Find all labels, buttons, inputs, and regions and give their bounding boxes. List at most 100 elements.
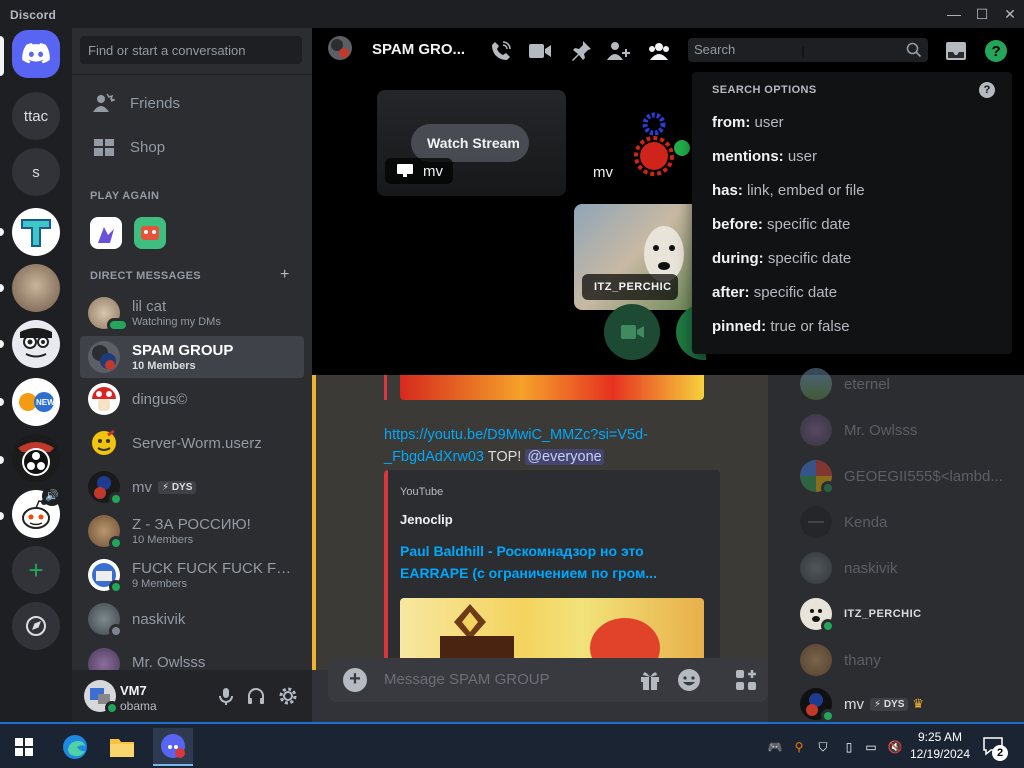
server-ttac[interactable]: ttac (12, 92, 60, 140)
edge-browser-button[interactable] (55, 728, 95, 766)
apps-icon[interactable] (734, 668, 758, 692)
embed-image-prev[interactable] (400, 375, 704, 400)
pin-icon[interactable] (568, 38, 594, 64)
discord-tray-icon[interactable]: 🎮 (766, 738, 784, 756)
youtube-link-cont[interactable]: _FbgdAdXrw03 (384, 449, 484, 465)
add-friends-to-dm-icon[interactable] (606, 38, 632, 64)
dm-item-mr-owlsss[interactable]: Mr. Owlsss (80, 642, 304, 670)
online-status (821, 709, 835, 723)
text-cursor-icon: I (801, 44, 806, 61)
file-explorer-button[interactable] (102, 728, 142, 766)
server-obs[interactable] (12, 434, 60, 482)
server-cat[interactable] (12, 264, 60, 312)
game-icon-2[interactable] (134, 217, 166, 249)
find-conversation-input[interactable]: Find or start a conversation (80, 36, 302, 64)
face-avatar-icon (20, 328, 52, 358)
emoji-icon[interactable] (677, 668, 701, 692)
help-circle-icon[interactable]: ? (979, 82, 995, 98)
server-s[interactable]: s (12, 148, 60, 196)
search-option-pinned[interactable]: pinned: true or false (712, 318, 850, 335)
user-tile-mv[interactable]: mv (580, 90, 692, 196)
settings-gear-icon[interactable] (278, 686, 298, 706)
avatar (800, 688, 835, 723)
video-camera-icon[interactable] (527, 38, 553, 64)
phone-icon[interactable] (488, 38, 514, 64)
user-avatar[interactable] (84, 680, 119, 715)
help-icon[interactable]: ? (983, 38, 1009, 64)
upload-plus-button[interactable]: + (343, 668, 367, 692)
online-status (109, 492, 123, 506)
channel-title[interactable]: SPAM GRO... (372, 41, 465, 58)
system-clock[interactable]: 9:25 AM 12/19/2024 (908, 729, 972, 763)
discord-home-button[interactable] (12, 30, 60, 78)
search-option-mentions[interactable]: mentions: user (712, 148, 817, 165)
explore-servers-button[interactable] (12, 602, 60, 650)
message-input[interactable]: Message SPAM GROUP (384, 671, 550, 688)
discord-taskbar-button[interactable] (153, 728, 193, 766)
avatar (88, 297, 129, 332)
network-icon[interactable]: ▭ (862, 738, 880, 756)
search-option-after[interactable]: after: specific date (712, 284, 837, 301)
dm-item-spam-group[interactable]: SPAM GROUP 10 Members (80, 336, 304, 378)
server-list: ttac s NEWS 🔊 + (0, 28, 72, 722)
server-t[interactable] (12, 208, 60, 256)
member-mr-owlsss[interactable]: Mr. Owlsss (800, 410, 917, 450)
stream-tile[interactable]: Watch Stream mv (377, 90, 566, 196)
member-thany[interactable]: thany (800, 640, 881, 680)
member-kenda[interactable]: Kenda (800, 502, 887, 542)
youtube-link[interactable]: https://youtu.be/D9MwiC_MMZc?si=V5d- (384, 427, 648, 443)
game-icon-1[interactable] (90, 217, 122, 249)
member-eternel[interactable]: eternel (800, 364, 890, 404)
battery-icon[interactable]: ▯ (840, 738, 858, 756)
unread-indicator (0, 398, 4, 406)
embed-title[interactable]: Paul Baldhill - Роскомнадзор но это EARRA… (400, 540, 710, 584)
search-option-from[interactable]: from: user (712, 114, 784, 131)
news-logo-icon: NEWS (19, 392, 58, 412)
member-mv[interactable]: mv ⚡ DYS ♛ (800, 686, 924, 723)
minimize-button[interactable]: — (940, 5, 968, 23)
embed-author[interactable]: Jenoclip (400, 512, 453, 527)
member-itz-perchic[interactable]: ITZ_PERCHIC (800, 594, 922, 634)
member-list-icon[interactable] (646, 38, 672, 64)
search-icon (906, 42, 922, 58)
dm-item-z-group[interactable]: Z - ЗА РОССИЮ! 10 Members (80, 510, 304, 552)
message-content: https://youtu.be/D9MwiC_MMZc?si=V5d- _Fb… (384, 427, 648, 465)
server-news[interactable]: NEWS (12, 378, 60, 426)
dm-item-server-worm[interactable]: Server-Worm.userz (80, 422, 304, 464)
headphones-icon[interactable] (246, 686, 266, 706)
server-face[interactable] (12, 320, 60, 368)
dm-item-naskivik[interactable]: naskivik (80, 598, 304, 640)
add-server-button[interactable]: + (12, 546, 60, 594)
friends-label: Friends (130, 94, 181, 112)
svg-text:NEWS: NEWS (36, 398, 58, 407)
microphone-icon[interactable] (216, 686, 236, 706)
window-title: Discord (10, 8, 57, 22)
shield-icon[interactable]: ⛉ (814, 738, 832, 756)
member-geoegii[interactable]: GEOEGII555$<lambd... (800, 456, 1003, 496)
online-status (821, 619, 835, 633)
avatar (800, 368, 832, 400)
inbox-icon[interactable] (943, 38, 969, 64)
dm-item-mv[interactable]: mv ⚡ DYS (80, 466, 304, 508)
plus-icon: + (28, 554, 44, 585)
create-dm-button[interactable]: + (280, 266, 289, 284)
camera-toggle-button[interactable] (604, 304, 660, 360)
search-tray-icon[interactable]: ⚲ (790, 738, 808, 756)
search-option-has[interactable]: has: link, embed or file (712, 182, 865, 199)
dm-item-lil-cat[interactable]: lil cat Watching my DMs (80, 292, 304, 334)
search-option-during[interactable]: during: specific date (712, 250, 851, 267)
shop-nav[interactable]: Shop (80, 126, 304, 168)
member-naskivik[interactable]: naskivik (800, 548, 897, 588)
user-tile-itz-perchic[interactable]: ITZ_PERCHIC (574, 204, 692, 310)
friends-nav[interactable]: Friends (80, 82, 304, 124)
maximize-button[interactable]: ☐ (968, 5, 996, 23)
start-button[interactable] (4, 728, 44, 766)
search-option-before[interactable]: before: specific date (712, 216, 850, 233)
close-button[interactable]: ✕ (996, 5, 1024, 23)
dm-item-fuck-group[interactable]: FUCK FUCK FUCK FU... 9 Members (80, 554, 304, 596)
everyone-mention[interactable]: @everyone (525, 449, 604, 465)
gift-icon[interactable] (638, 668, 662, 692)
dm-item-dingus[interactable]: dingus© (80, 378, 304, 420)
avatar (88, 471, 123, 506)
volume-muted-icon[interactable]: 🔇 (886, 738, 904, 756)
